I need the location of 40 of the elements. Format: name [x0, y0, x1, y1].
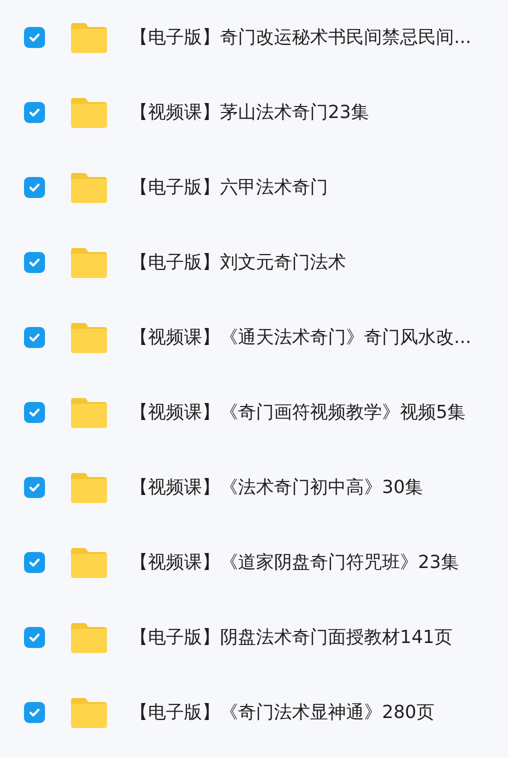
- folder-icon: [70, 622, 108, 654]
- check-icon: [28, 481, 40, 494]
- checkbox[interactable]: [24, 702, 44, 723]
- folder-icon: [70, 172, 108, 204]
- check-icon: [28, 31, 40, 44]
- folder-icon: [70, 396, 108, 428]
- checkbox[interactable]: [24, 252, 44, 273]
- checkbox[interactable]: [24, 177, 44, 198]
- folder-icon: [70, 472, 108, 504]
- folder-name[interactable]: 【视频课】《道家阴盘奇门符咒班》23集: [130, 549, 459, 576]
- check-icon: [28, 106, 40, 119]
- checkbox[interactable]: [24, 477, 44, 498]
- folder-name[interactable]: 【电子版】六甲法术奇门: [130, 174, 328, 201]
- check-icon: [28, 556, 40, 569]
- checkbox[interactable]: [24, 102, 44, 123]
- check-icon: [28, 256, 40, 269]
- checkbox[interactable]: [24, 402, 44, 423]
- folder-name[interactable]: 【视频课】《奇门画符视频教学》视频5集: [130, 399, 466, 426]
- folder-icon: [70, 246, 108, 278]
- check-icon: [28, 706, 40, 719]
- checkbox[interactable]: [24, 552, 44, 573]
- folder-name[interactable]: 【电子版】阴盘法术奇门面授教材141页: [130, 624, 452, 651]
- folder-name[interactable]: 【视频课】茅山法术奇门23集: [130, 99, 369, 126]
- check-icon: [28, 406, 40, 419]
- folder-icon: [70, 696, 108, 728]
- folder-icon: [70, 546, 108, 578]
- folder-icon: [70, 322, 108, 354]
- folder-icon: [70, 22, 108, 54]
- checkbox[interactable]: [24, 627, 44, 648]
- folder-name[interactable]: 【电子版】奇门改运秘术书民间禁忌民间...: [130, 24, 472, 51]
- folder-icon: [70, 96, 108, 128]
- check-icon: [28, 631, 40, 644]
- checkbox[interactable]: [24, 327, 44, 348]
- check-icon: [28, 331, 40, 344]
- folder-name[interactable]: 【视频课】《法术奇门初中高》30集: [130, 474, 423, 501]
- folder-name[interactable]: 【视频课】《通天法术奇门》奇门风水改...: [130, 324, 472, 351]
- checkbox[interactable]: [24, 27, 44, 48]
- check-icon: [28, 181, 40, 194]
- folder-name[interactable]: 【电子版】刘文元奇门法术: [130, 249, 346, 276]
- folder-name[interactable]: 【电子版】《奇门法术显神通》280页: [130, 699, 434, 726]
